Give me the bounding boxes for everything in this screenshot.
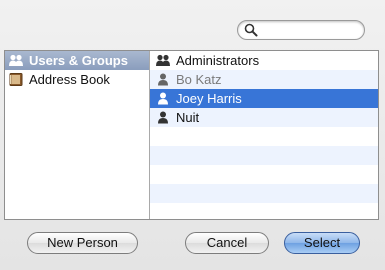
group-icon: [156, 54, 170, 66]
user-picker-sheet: Users & Groups Address Book Administrato…: [0, 0, 385, 270]
source-label: Address Book: [29, 72, 110, 87]
source-item-address-book[interactable]: Address Book: [5, 70, 149, 89]
address-book-icon: [9, 73, 23, 86]
search-input[interactable]: [260, 22, 356, 38]
person-icon: [158, 73, 168, 86]
new-person-button[interactable]: New Person: [27, 232, 138, 254]
empty-row: [150, 146, 378, 165]
list-item-label: Bo Katz: [176, 72, 222, 87]
select-button[interactable]: Select: [284, 232, 360, 254]
empty-row: [150, 165, 378, 184]
group-icon: [9, 54, 23, 66]
people-list: Administrators Bo Katz Joey Harris Nuit: [150, 51, 378, 219]
list-item[interactable]: Bo Katz: [150, 70, 378, 89]
list-item[interactable]: Joey Harris: [150, 89, 378, 108]
empty-row: [150, 127, 378, 146]
cancel-button[interactable]: Cancel: [185, 232, 269, 254]
list-item-label: Joey Harris: [176, 91, 242, 106]
source-item-users-groups[interactable]: Users & Groups: [5, 51, 149, 70]
search-icon: [244, 23, 258, 37]
picker-panels: Users & Groups Address Book Administrato…: [4, 50, 379, 220]
list-item-label: Administrators: [176, 53, 260, 68]
list-item[interactable]: Nuit: [150, 108, 378, 127]
source-list: Users & Groups Address Book: [5, 51, 150, 219]
person-icon: [158, 92, 168, 105]
search-field[interactable]: [237, 20, 365, 40]
list-item-label: Nuit: [176, 110, 200, 125]
person-icon: [158, 111, 168, 124]
list-item[interactable]: Administrators: [150, 51, 378, 70]
empty-row: [150, 203, 378, 219]
empty-row: [150, 184, 378, 203]
source-label: Users & Groups: [29, 53, 128, 68]
